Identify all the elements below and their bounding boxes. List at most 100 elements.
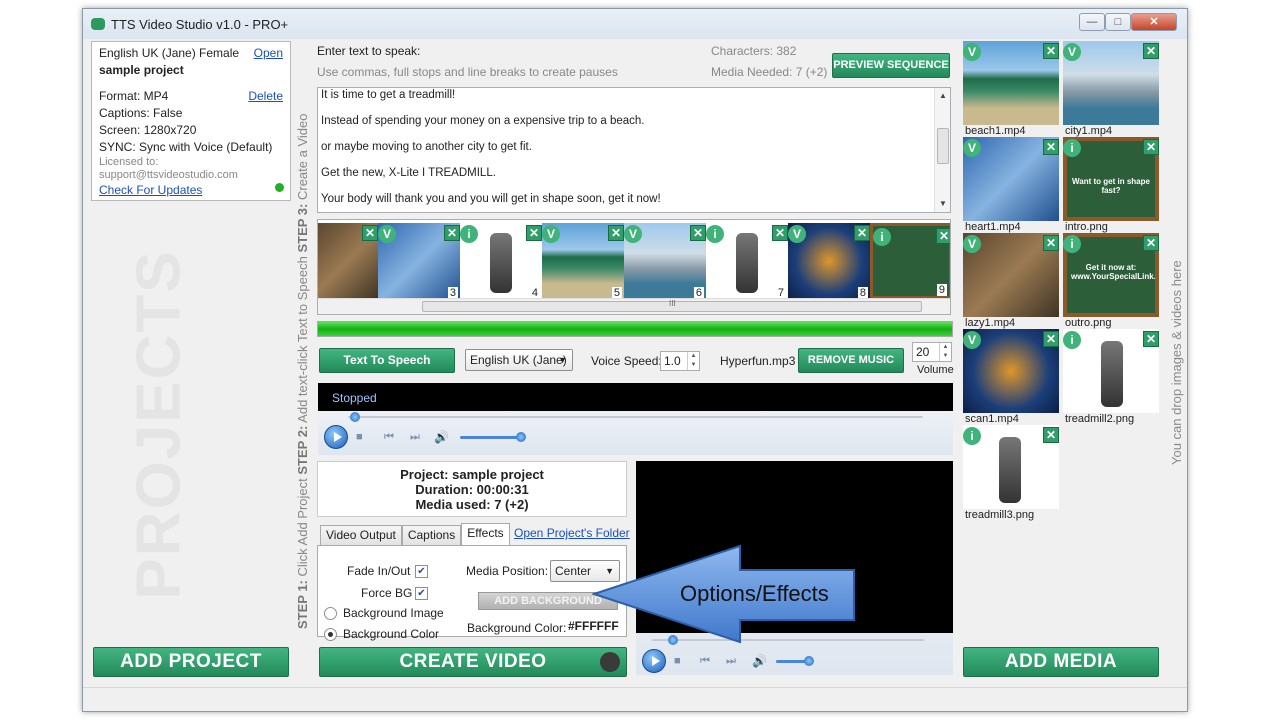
audio-display: Stopped	[318, 383, 953, 411]
open-project-link[interactable]: Open	[254, 45, 283, 62]
tab-video-output[interactable]: Video Output	[320, 525, 402, 545]
remove-icon[interactable]: ✕	[1143, 235, 1159, 251]
play-icon[interactable]	[642, 649, 666, 673]
next-icon[interactable]: ⏭	[410, 431, 420, 444]
tab-captions[interactable]: Captions	[401, 525, 462, 545]
remove-icon[interactable]: ✕	[1043, 235, 1059, 251]
volume-stepper[interactable]: 20 ▲ ▼	[912, 342, 952, 362]
remove-icon[interactable]: ✕	[1143, 331, 1159, 347]
add-project-button[interactable]: ADD PROJECT	[93, 647, 289, 677]
video-volume-knob[interactable]	[804, 656, 814, 666]
fade-label: Fade In/Out	[347, 564, 411, 578]
remove-icon[interactable]: ✕	[1043, 331, 1059, 347]
preview-sequence-button[interactable]: PREVIEW SEQUENCE	[832, 53, 950, 78]
project-screen: Screen: 1280x720	[99, 123, 197, 137]
stop-icon[interactable]: ■	[356, 431, 363, 443]
media-name: scan1.mp4	[965, 413, 1019, 425]
volume-icon[interactable]: 🔊	[752, 654, 767, 668]
media-item[interactable]: V ✕ city1.mp4	[1063, 41, 1159, 137]
info-icon: i	[873, 228, 891, 246]
media-position-label: Media Position:	[466, 564, 549, 578]
scroll-up-icon[interactable]: ▲	[935, 88, 951, 104]
audio-volume-slider[interactable]	[460, 436, 520, 439]
media-item[interactable]: V ✕ scan1.mp4	[963, 329, 1059, 425]
project-summary: Project: sample project Duration: 00:00:…	[317, 461, 627, 517]
media-name: lazy1.mp4	[965, 317, 1016, 329]
minimize-button[interactable]: —	[1079, 13, 1105, 31]
text-scrollbar[interactable]: ▲ ▼	[934, 88, 950, 212]
remove-icon[interactable]: ✕	[1043, 43, 1059, 59]
music-file-name: Hyperfun.mp3	[720, 354, 796, 368]
close-button[interactable]: ✕	[1131, 13, 1177, 31]
previous-icon[interactable]: ⏮	[384, 431, 394, 444]
remove-icon[interactable]: ✕	[854, 225, 870, 241]
force-bg-checkbox[interactable]: ✔	[415, 587, 428, 600]
scroll-down-icon[interactable]: ▼	[935, 196, 951, 212]
audio-seek-knob[interactable]	[350, 412, 360, 422]
remove-icon[interactable]: ✕	[362, 225, 378, 241]
filmstrip-scrollbar[interactable]: III	[318, 298, 950, 314]
filmstrip-scroll-thumb[interactable]: III	[422, 299, 922, 312]
text-line: It is time to get a treadmill!	[321, 89, 456, 101]
remove-icon[interactable]: ✕	[1143, 43, 1159, 59]
filmstrip-thumb[interactable]: V ✕ 3	[378, 223, 460, 299]
remove-icon[interactable]: ✕	[608, 225, 624, 241]
check-updates-link[interactable]: Check For Updates	[99, 183, 202, 197]
media-item[interactable]: i ✕ treadmill3.png	[963, 425, 1059, 521]
fade-checkbox[interactable]: ✔	[415, 565, 428, 578]
filmstrip-thumb[interactable]: V ✕ 8	[788, 223, 870, 299]
next-icon[interactable]: ⏭	[726, 655, 736, 668]
stepper-arrows-icon[interactable]: ▲ ▼	[687, 352, 699, 370]
speech-text-input[interactable]: It is time to get a treadmill! Instead o…	[317, 87, 951, 213]
bg-color-radio[interactable]	[324, 628, 337, 641]
filmstrip-thumb[interactable]: V ✕ 6	[624, 223, 706, 299]
treadmill-figure	[490, 233, 512, 293]
filmstrip-thumb[interactable]: V ✕ 5	[542, 223, 624, 299]
volume-icon[interactable]: 🔊	[434, 430, 449, 444]
media-name: heart1.mp4	[965, 221, 1021, 233]
remove-icon[interactable]: ✕	[772, 225, 788, 241]
audio-seek-track[interactable]	[348, 416, 923, 418]
tab-effects[interactable]: Effects	[461, 523, 510, 545]
filmstrip-thumb[interactable]: i ✕ 9	[870, 223, 950, 299]
text-to-speech-button[interactable]: Text To Speech	[319, 348, 455, 373]
media-item[interactable]: V ✕ lazy1.mp4	[963, 233, 1059, 329]
text-line: Get the new, X-Lite I TREADMILL.	[321, 167, 496, 179]
remove-icon[interactable]: ✕	[936, 228, 950, 244]
filmstrip-thumb[interactable]: i ✕ 4	[460, 223, 542, 299]
project-list-item[interactable]: English UK (Jane) Female Open sample proj…	[91, 41, 291, 201]
media-item[interactable]: V ✕ beach1.mp4	[963, 41, 1059, 137]
remove-music-button[interactable]: REMOVE MUSIC	[798, 348, 904, 373]
create-video-button[interactable]: CREATE VIDEO	[319, 647, 627, 677]
remove-icon[interactable]: ✕	[1043, 427, 1059, 443]
text-line: or maybe moving to another city to get f…	[321, 141, 532, 153]
media-item[interactable]: V ✕ heart1.mp4	[963, 137, 1059, 233]
remove-icon[interactable]: ✕	[1043, 139, 1059, 155]
remove-icon[interactable]: ✕	[444, 225, 460, 241]
stop-icon[interactable]: ■	[674, 655, 681, 667]
audio-volume-knob[interactable]	[516, 432, 526, 442]
stepper-arrows-icon[interactable]: ▲ ▼	[939, 343, 951, 361]
maximize-button[interactable]: □	[1105, 13, 1131, 31]
remove-icon[interactable]: ✕	[1143, 139, 1159, 155]
filmstrip-thumb[interactable]: ✕	[318, 223, 378, 299]
filmstrip-thumb[interactable]: i ✕ 7	[706, 223, 788, 299]
media-item[interactable]: i ✕ treadmill2.png	[1063, 329, 1159, 425]
bg-image-radio[interactable]	[324, 607, 337, 620]
open-folder-link[interactable]: Open Project's Folder	[514, 526, 630, 540]
scroll-thumb[interactable]	[937, 128, 949, 164]
voice-speed-stepper[interactable]: 1.0 ▲ ▼	[660, 351, 700, 371]
voice-select[interactable]: English UK (Jane) ▼	[465, 349, 573, 371]
steps-instructions: STEP 1: Click Add Project STEP 2: Add te…	[295, 113, 310, 629]
delete-project-link[interactable]: Delete	[248, 88, 283, 105]
media-item[interactable]: Get it now at: www.YourSpecialLink.com i…	[1063, 233, 1159, 329]
previous-icon[interactable]: ⏮	[700, 655, 710, 668]
media-library[interactable]: V ✕ beach1.mp4 V ✕ city1.mp4 V ✕ heart1.…	[961, 41, 1173, 639]
video-icon: V	[378, 225, 396, 243]
add-media-button[interactable]: ADD MEDIA	[963, 647, 1159, 677]
play-icon[interactable]	[324, 425, 348, 449]
remove-icon[interactable]: ✕	[526, 225, 542, 241]
media-item[interactable]: Want to get in shape fast? i ✕ intro.png	[1063, 137, 1159, 233]
remove-icon[interactable]: ✕	[690, 225, 706, 241]
media-filmstrip[interactable]: ✕ V ✕ 3 i ✕ 4 V ✕ 5 V ✕ 6 i ✕ 7 V ✕ 8 i …	[317, 219, 951, 315]
